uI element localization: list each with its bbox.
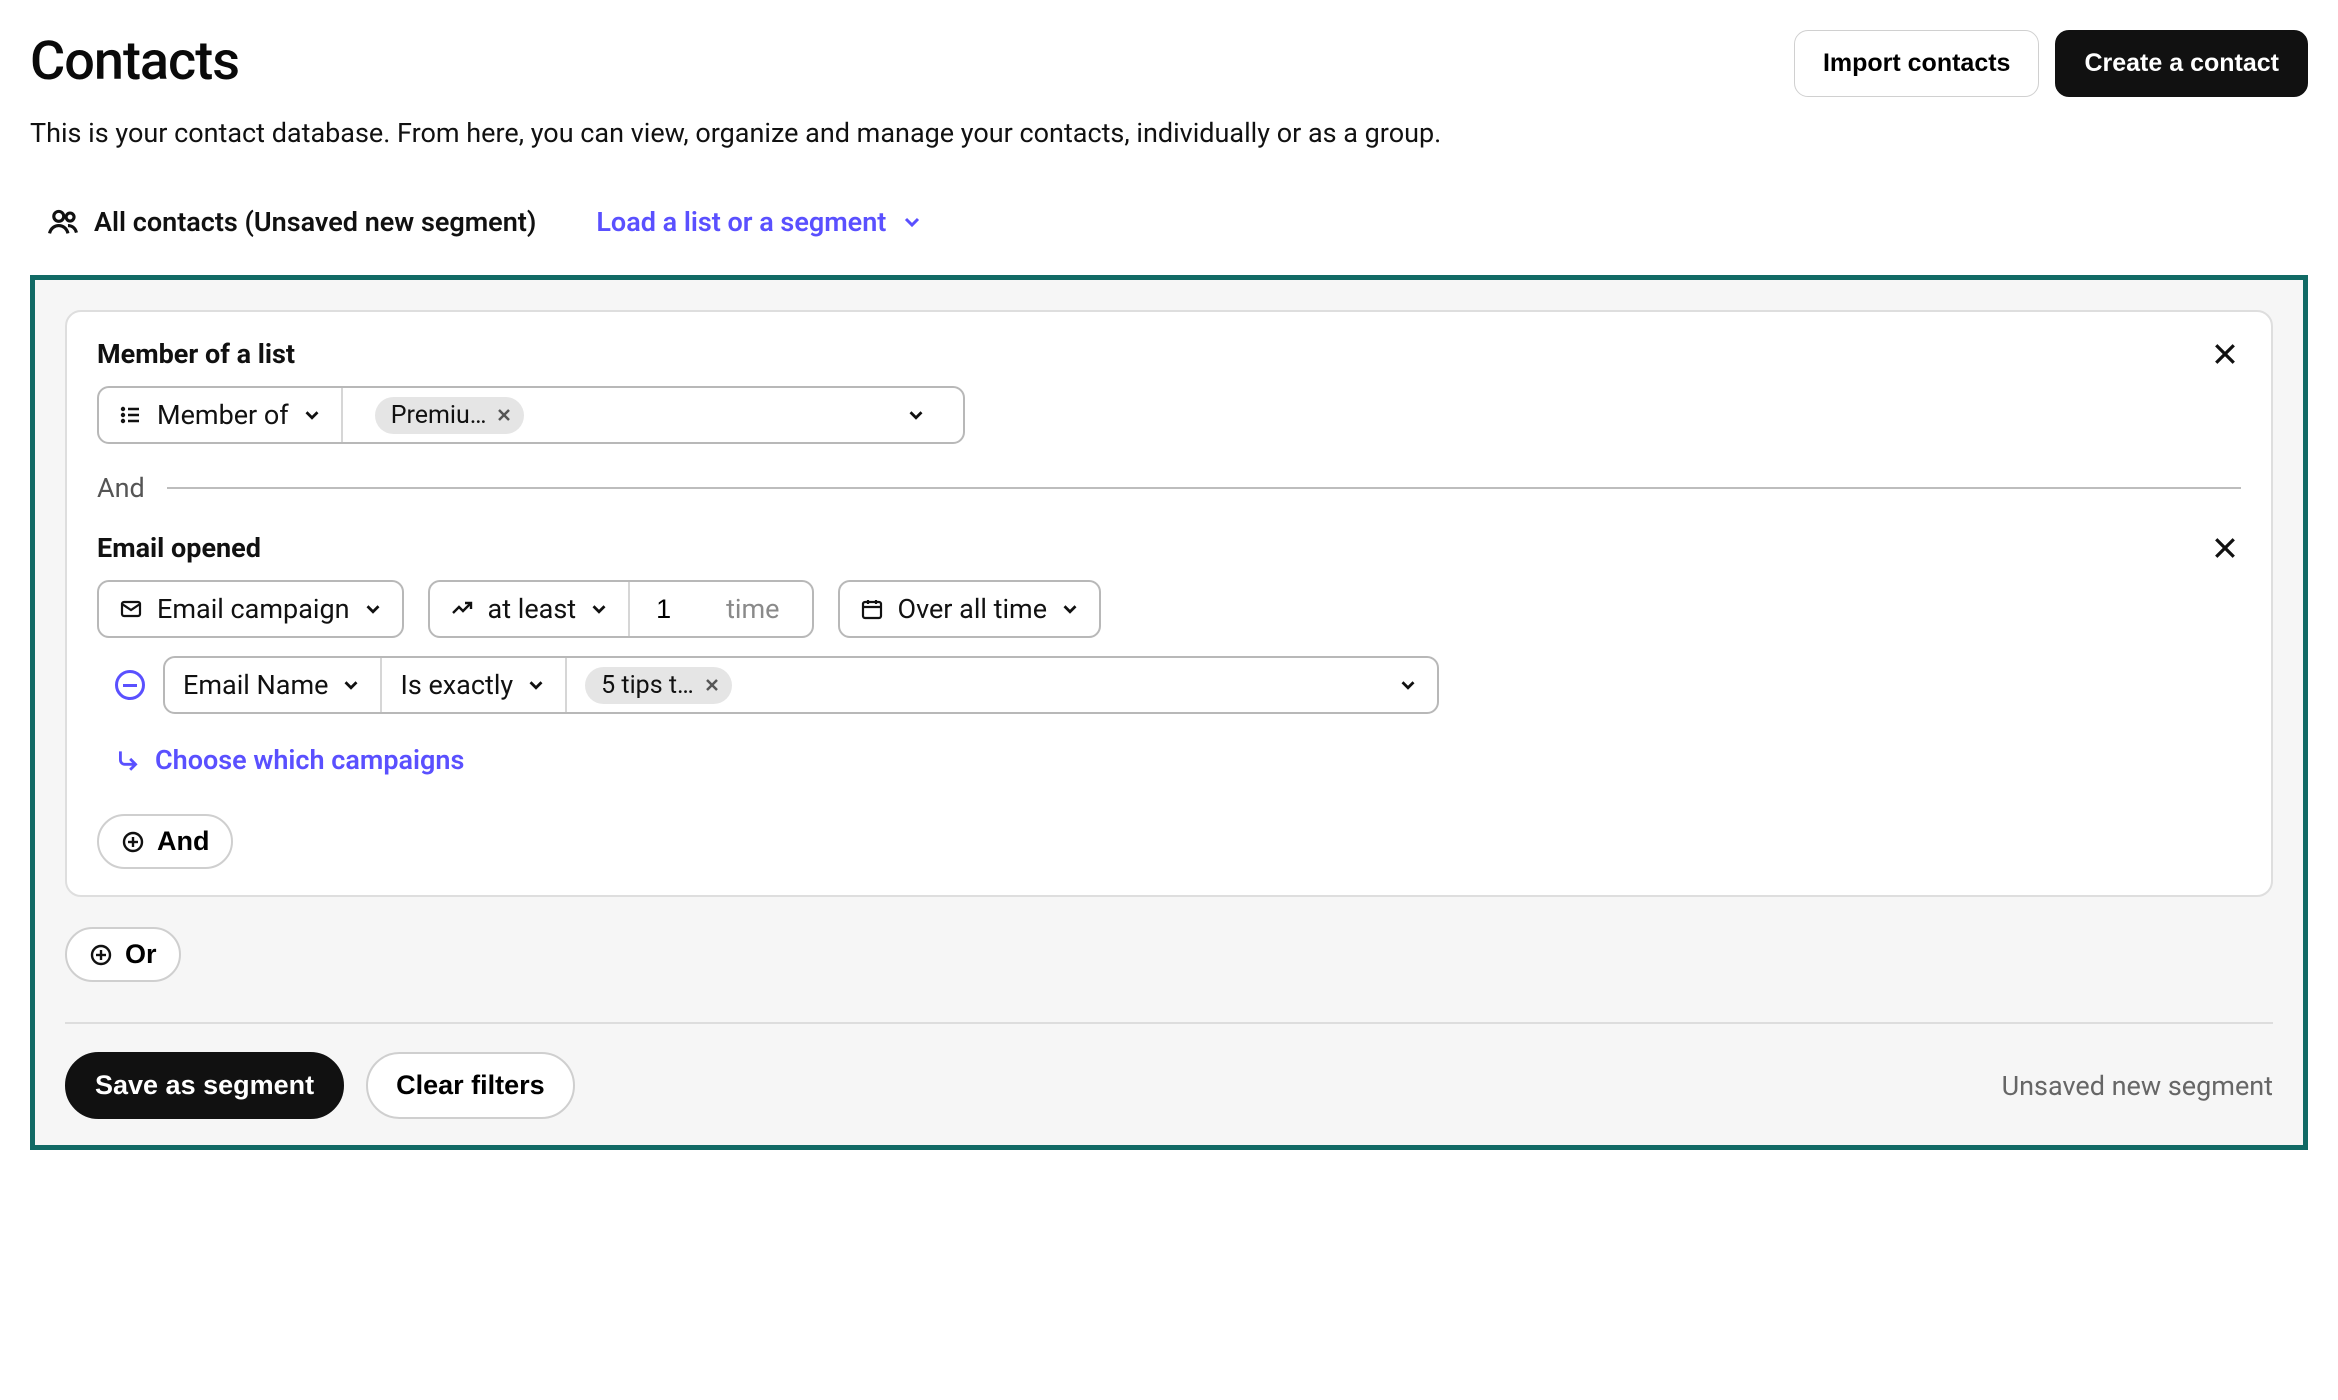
- chevron-down-icon: [905, 404, 927, 426]
- create-contact-button[interactable]: Create a contact: [2055, 30, 2308, 97]
- users-icon: [46, 205, 80, 239]
- add-or-button[interactable]: Or: [65, 927, 181, 982]
- condition-title-1: Member of a list: [97, 338, 295, 370]
- import-contacts-button[interactable]: Import contacts: [1794, 30, 2040, 97]
- condition-2-subfilter: Email Name Is exactly 5 tips t…: [115, 656, 2241, 714]
- load-list-link[interactable]: Load a list or a segment: [596, 206, 924, 238]
- remove-condition-2-button[interactable]: [2209, 532, 2241, 564]
- chevron-down-icon: [1059, 598, 1081, 620]
- remove-chip-icon[interactable]: [494, 405, 514, 425]
- email-campaign-label: Email campaign: [157, 593, 350, 625]
- member-of-control: Member of Premiu…: [97, 386, 965, 444]
- footer-actions: Save as segment Clear filters: [65, 1052, 575, 1119]
- segment-builder-frame: Member of a list Member of Premiu…: [30, 275, 2308, 1150]
- chevron-down-icon: [362, 598, 384, 620]
- close-icon: [2210, 339, 2240, 369]
- condition-header-1: Member of a list: [97, 338, 2241, 370]
- at-least-selector[interactable]: at least: [430, 582, 631, 636]
- choose-campaigns-link[interactable]: Choose which campaigns: [115, 744, 2241, 776]
- chevron-down-icon: [340, 674, 362, 696]
- add-and-row: And: [97, 814, 2241, 869]
- chevron-down-icon: [900, 210, 924, 234]
- and-divider: And: [97, 472, 2241, 504]
- subfilter-chip-text: 5 tips t…: [601, 671, 694, 700]
- clear-filters-button[interactable]: Clear filters: [366, 1052, 575, 1119]
- chevron-down-icon: [1397, 674, 1419, 696]
- footer-separator: [65, 1022, 2273, 1024]
- and-label: And: [97, 472, 145, 504]
- count-control: at least time: [428, 580, 814, 638]
- chevron-down-icon: [588, 598, 610, 620]
- chevron-down-icon: [525, 674, 547, 696]
- plus-circle-icon: [121, 830, 145, 854]
- condition-2-controls: Email campaign at least time: [97, 580, 2241, 638]
- segment-footer: Save as segment Clear filters Unsaved ne…: [65, 1052, 2273, 1119]
- save-segment-button[interactable]: Save as segment: [65, 1052, 344, 1119]
- member-of-chip-text: Premiu…: [391, 401, 487, 430]
- member-of-value-picker[interactable]: Premiu…: [343, 388, 963, 442]
- count-input[interactable]: [648, 594, 708, 625]
- plus-circle-icon: [89, 943, 113, 967]
- member-of-selector[interactable]: Member of: [99, 388, 343, 442]
- segment-status: Unsaved new segment: [2002, 1070, 2273, 1102]
- time-range-select[interactable]: Over all time: [838, 580, 1102, 638]
- subfilter-value-chip: 5 tips t…: [585, 667, 732, 704]
- subfilter-value-picker[interactable]: 5 tips t…: [567, 658, 1437, 712]
- load-list-label: Load a list or a segment: [596, 206, 886, 238]
- subfilter-operator-select[interactable]: Is exactly: [382, 658, 567, 712]
- remove-chip-icon[interactable]: [702, 675, 722, 695]
- condition-1-controls: Member of Premiu…: [97, 386, 2241, 444]
- divider-line: [167, 487, 2241, 489]
- page-title: Contacts: [30, 30, 239, 93]
- subfilter-control: Email Name Is exactly 5 tips t…: [163, 656, 1439, 714]
- all-contacts-label-group: All contacts (Unsaved new segment): [46, 205, 536, 239]
- subfilter-op-label: Is exactly: [400, 669, 513, 701]
- condition-title-2: Email opened: [97, 532, 261, 564]
- count-unit: time: [726, 593, 793, 625]
- list-icon: [117, 403, 145, 427]
- envelope-icon: [117, 597, 145, 621]
- minus-icon: [123, 684, 137, 687]
- email-campaign-select[interactable]: Email campaign: [97, 580, 404, 638]
- calendar-icon: [858, 597, 886, 621]
- count-value-wrap: time: [630, 582, 811, 636]
- subfilter-field-select[interactable]: Email Name: [165, 658, 382, 712]
- at-least-label: at least: [488, 593, 577, 625]
- time-range-label: Over all time: [898, 593, 1048, 625]
- all-contacts-label: All contacts (Unsaved new segment): [94, 206, 536, 238]
- chevron-down-icon: [301, 404, 323, 426]
- page-header: Contacts Import contacts Create a contac…: [30, 20, 2308, 111]
- add-and-button[interactable]: And: [97, 814, 233, 869]
- close-icon: [2210, 533, 2240, 563]
- trend-up-icon: [448, 597, 476, 621]
- page-description: This is your contact database. From here…: [30, 117, 2308, 149]
- header-actions: Import contacts Create a contact: [1794, 30, 2308, 97]
- remove-condition-1-button[interactable]: [2209, 338, 2241, 370]
- subnav: All contacts (Unsaved new segment) Load …: [30, 179, 2308, 275]
- member-of-chip: Premiu…: [375, 397, 525, 434]
- add-or-label: Or: [125, 939, 157, 970]
- segment-conditions-card: Member of a list Member of Premiu…: [65, 310, 2273, 897]
- add-or-row: Or: [65, 927, 2273, 982]
- choose-campaigns-label: Choose which campaigns: [155, 744, 464, 776]
- add-and-label: And: [157, 826, 209, 857]
- arrow-sub-icon: [115, 747, 141, 773]
- subfilter-field-label: Email Name: [183, 669, 328, 701]
- condition-header-2: Email opened: [97, 532, 2241, 564]
- member-of-label: Member of: [157, 399, 289, 431]
- remove-subfilter-button[interactable]: [115, 670, 145, 700]
